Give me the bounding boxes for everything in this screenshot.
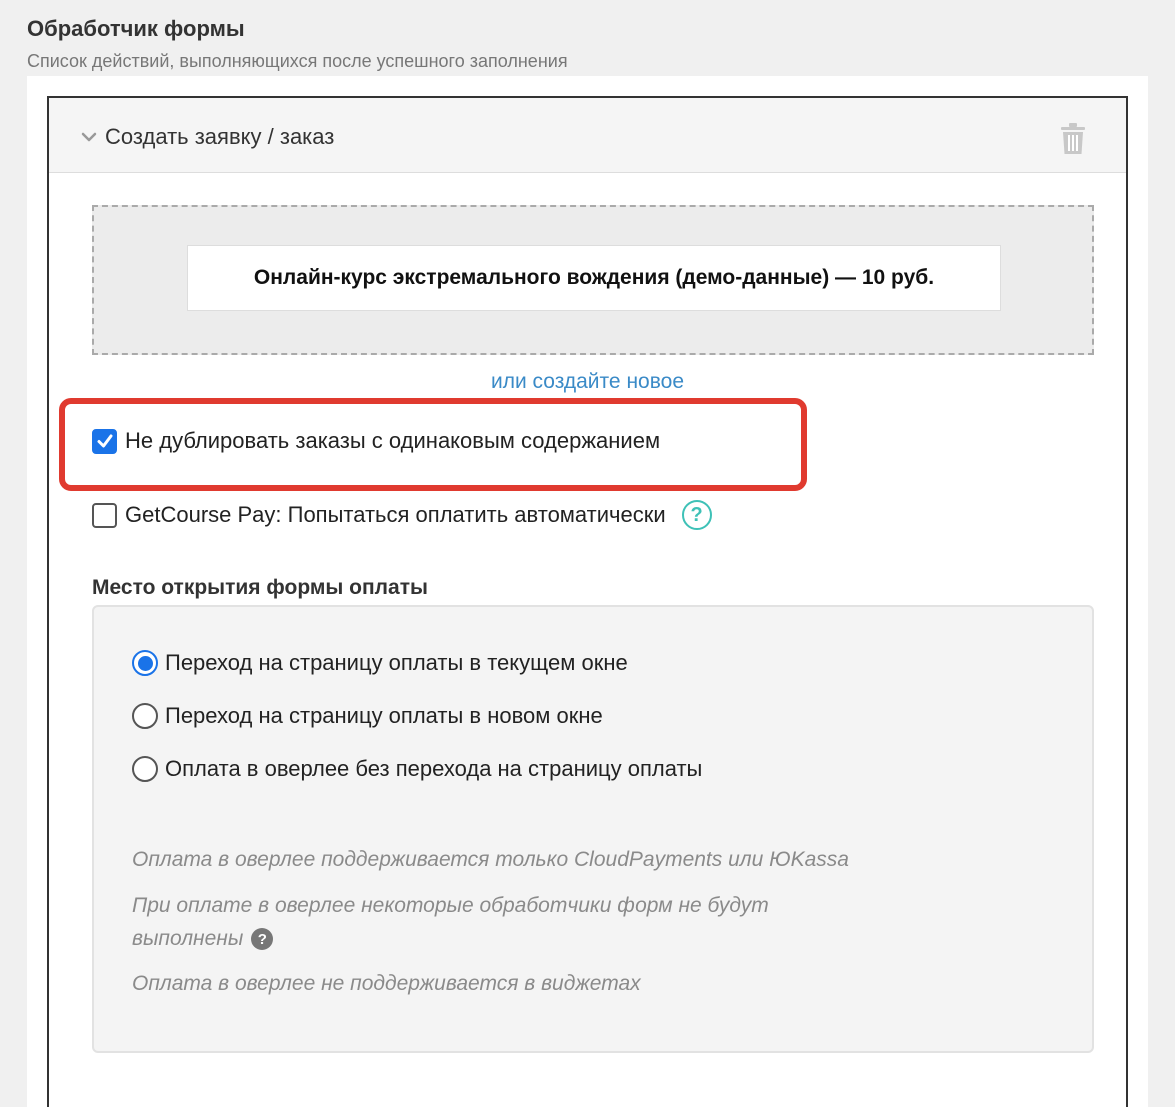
- create-new-link[interactable]: или создайте новое: [49, 370, 1126, 394]
- help-icon[interactable]: ?: [681, 500, 712, 530]
- product-card[interactable]: Онлайн-курс экстремального вождения (дем…: [187, 245, 1001, 311]
- action-header[interactable]: Создать заявку / заказ: [49, 98, 1126, 173]
- getcourse-pay-label: GetCourse Pay: Попытаться оплатить автом…: [125, 502, 666, 527]
- chevron-down-icon[interactable]: [79, 127, 99, 147]
- option-overlay[interactable]: Оплата в оверлее без перехода на страниц…: [132, 756, 702, 782]
- payment-options-box: Переход на страницу оплаты в текущем окн…: [92, 605, 1094, 1053]
- checkmark-icon: [97, 434, 112, 448]
- action-create-order: Создать заявку / заказ Онлайн-курс экстр…: [47, 96, 1128, 1107]
- no-duplicate-option[interactable]: Не дублировать заказы с одинаковым содер…: [92, 428, 660, 454]
- option-new-window[interactable]: Переход на страницу оплаты в новом окне: [132, 703, 603, 729]
- getcourse-pay-option[interactable]: GetCourse Pay: Попытаться оплатить автом…: [92, 500, 712, 530]
- note-text: выполнены: [132, 927, 244, 950]
- page-title: Обработчик формы: [27, 16, 245, 41]
- note-line: выполнены?: [132, 922, 769, 955]
- note-overlay-providers: Оплата в оверлее поддерживается только C…: [132, 848, 849, 871]
- no-duplicate-checkbox[interactable]: [92, 428, 117, 454]
- option-current-window[interactable]: Переход на страницу оплаты в текущем окн…: [132, 650, 628, 676]
- no-duplicate-label: Не дублировать заказы с одинаковым содер…: [125, 428, 661, 453]
- radio-overlay[interactable]: [132, 756, 158, 782]
- getcourse-pay-checkbox[interactable]: [92, 502, 117, 528]
- option-label: Переход на страницу оплаты в текущем окн…: [165, 650, 628, 675]
- trash-icon[interactable]: [1059, 122, 1087, 156]
- page-subtitle: Список действий, выполняющихся после усп…: [27, 51, 568, 71]
- payment-form-title: Место открытия формы оплаты: [92, 576, 428, 599]
- help-icon[interactable]: ?: [251, 928, 274, 951]
- product-dropzone: Онлайн-курс экстремального вождения (дем…: [92, 205, 1094, 355]
- note-overlay-handlers: При оплате в оверлее некоторые обработчи…: [132, 889, 769, 955]
- note-line: При оплате в оверлее некоторые обработчи…: [132, 894, 769, 917]
- action-title: Создать заявку / заказ: [105, 124, 335, 149]
- option-label: Оплата в оверлее без перехода на страниц…: [165, 756, 703, 781]
- radio-new-window[interactable]: [132, 703, 158, 729]
- option-label: Переход на страницу оплаты в новом окне: [165, 703, 603, 728]
- note-overlay-widgets: Оплата в оверлее не поддерживается в вид…: [132, 972, 641, 995]
- radio-current-window[interactable]: [132, 650, 158, 676]
